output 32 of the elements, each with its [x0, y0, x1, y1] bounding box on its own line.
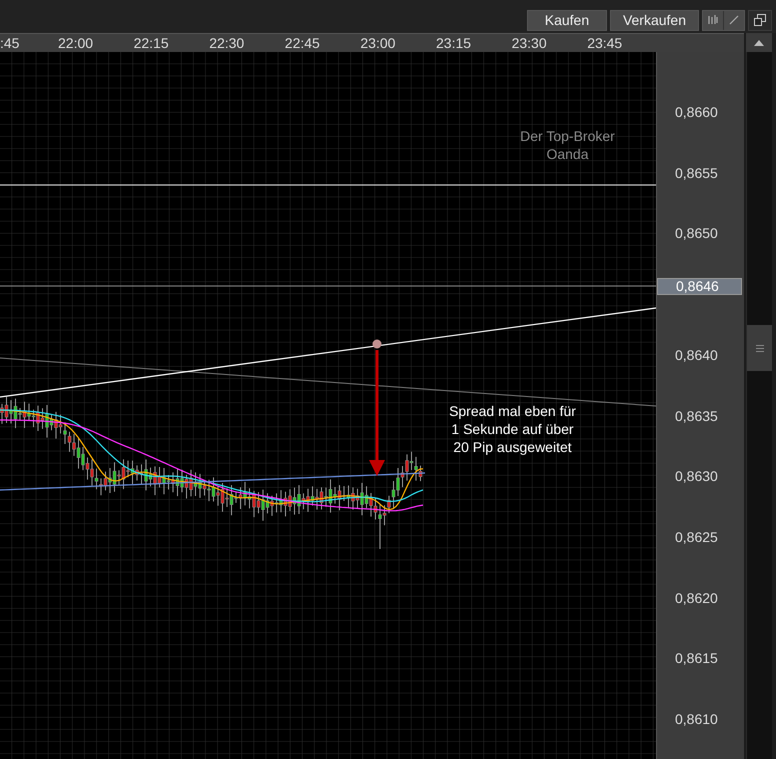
time-label: 22:45 [284, 35, 320, 51]
price-label: 0,8630 [675, 468, 718, 484]
toolbar-button[interactable]: Verkaufen [610, 10, 699, 30]
price-label: 0,8625 [675, 528, 718, 545]
up-arrow-icon [754, 40, 764, 46]
current-price-label: 0,8646 [657, 278, 742, 295]
candlestick-icon [708, 15, 718, 25]
time-label: 23:45 [587, 35, 622, 51]
marker-dot [372, 340, 382, 348]
annotation-text: Spread mal eben für 1 Sekunde auf über 20 Pip ausgeweitet [448, 402, 577, 456]
price-label: 0,8615 [675, 650, 718, 666]
time-label: 22:00 [58, 35, 94, 51]
time-label: 22:15 [134, 35, 169, 51]
line-icon [729, 15, 739, 25]
scrollbar-thumb[interactable] [747, 325, 772, 371]
time-label: 23:00 [360, 35, 396, 51]
time-label: :45 [0, 35, 20, 51]
broker-note: Der Top-Broker Oanda [519, 127, 616, 163]
restore-window-button[interactable] [748, 10, 772, 30]
price-label: 0,8650 [675, 225, 718, 242]
restore-window-icon [754, 14, 766, 26]
scroll-up-button[interactable] [746, 33, 772, 52]
price-label: 0,8620 [675, 590, 718, 606]
time-label: 22:30 [209, 35, 244, 51]
time-label: 23:30 [512, 35, 547, 51]
time-label: 23:15 [436, 35, 472, 51]
price-label: 0,8610 [675, 711, 718, 727]
price-label: 0,8635 [675, 408, 718, 424]
price-label: 0,8660 [675, 104, 718, 120]
toolbar-button[interactable]: Kaufen [526, 10, 607, 30]
price-label: 0,8640 [675, 346, 718, 363]
price-label: 0,8655 [675, 164, 718, 181]
